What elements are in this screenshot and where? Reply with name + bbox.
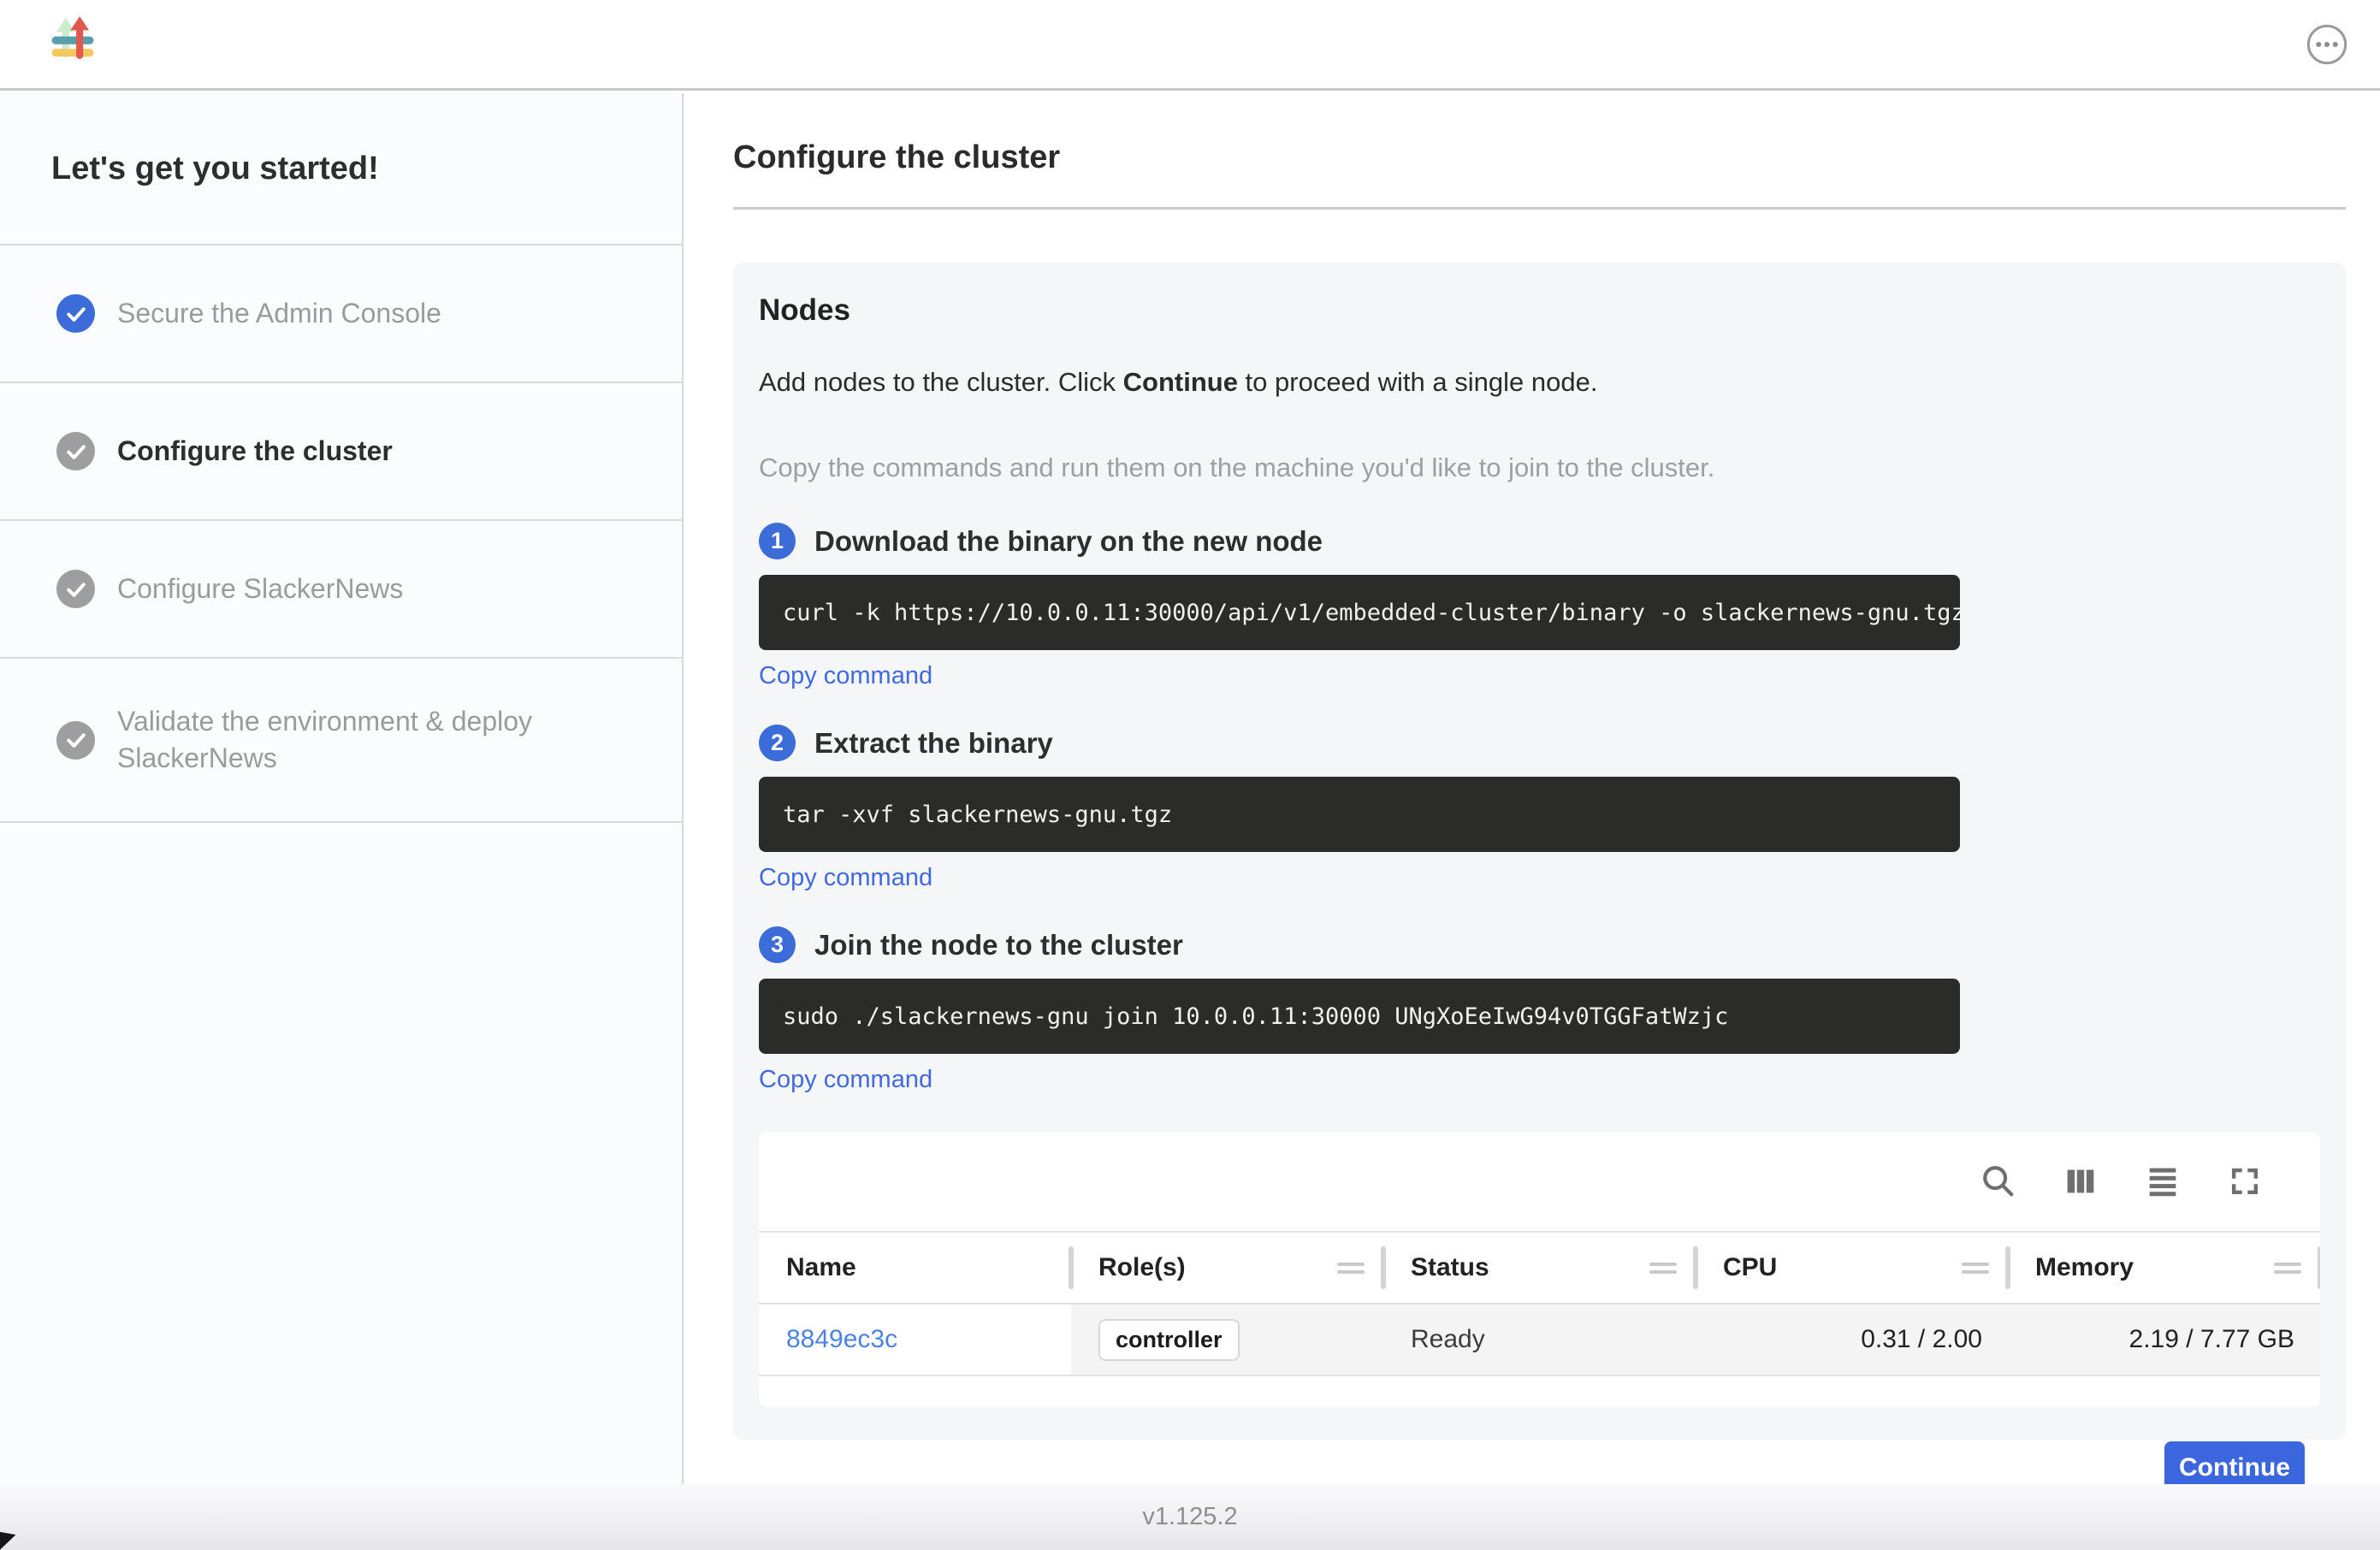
copy-command-link-3[interactable]: Copy command [759, 1066, 932, 1094]
node-memory-cell: 2.19 / 7.77 GB [2008, 1304, 2320, 1375]
sidebar-item-label: Configure SlackerNews [117, 571, 403, 607]
column-header-memory[interactable]: Memory [2008, 1233, 2320, 1303]
column-resize-icon[interactable] [1649, 1258, 1677, 1278]
version-footer: v1.125.2 [0, 1484, 2380, 1550]
search-icon[interactable] [1978, 1161, 2019, 1202]
sidebar-item-configure-slackernews[interactable]: Configure SlackerNews [0, 521, 682, 659]
mouse-cursor [0, 1531, 15, 1550]
copy-command-link-1[interactable]: Copy command [759, 662, 932, 690]
step-3-badge: 3 [759, 926, 796, 963]
node-cpu-cell: 0.31 / 2.00 [1696, 1304, 2008, 1375]
node-name-cell: 8849ec3c [759, 1304, 1071, 1375]
role-chip: controller [1098, 1319, 1240, 1361]
table-row: 8849ec3c controller Ready 0.31 / 2.00 2.… [759, 1304, 2320, 1376]
setup-steps-sidebar: Let's get you started! Secure the Admin … [0, 93, 684, 1484]
step-2-badge: 2 [759, 725, 796, 761]
table-header-row: Name Role(s) Status CPU [759, 1231, 2320, 1304]
check-icon [56, 294, 95, 333]
sidebar-item-label: Validate the environment & deploy Slacke… [117, 703, 596, 777]
join-instructions: Copy the commands and run them on the ma… [759, 453, 2320, 483]
columns-icon[interactable] [2060, 1161, 2101, 1202]
node-roles-cell: controller [1071, 1304, 1383, 1375]
node-status-cell: Ready [1383, 1304, 1696, 1375]
column-header-roles[interactable]: Role(s) [1071, 1233, 1383, 1303]
slackernews-logo [48, 15, 98, 74]
sidebar-item-label: Secure the Admin Console [117, 295, 441, 332]
step-1-command: curl -k https://10.0.0.11:30000/api/v1/e… [759, 575, 1960, 650]
version-label: v1.125.2 [1142, 1503, 1237, 1531]
column-header-cpu[interactable]: CPU [1696, 1233, 2008, 1303]
table-toolbar [759, 1132, 2320, 1231]
nodes-heading: Nodes [759, 293, 2320, 328]
ellipsis-menu-icon[interactable] [2305, 22, 2349, 67]
sidebar-item-label: Configure the cluster [117, 433, 393, 470]
nodes-table: Name Role(s) Status CPU [759, 1132, 2320, 1407]
fullscreen-icon[interactable] [2224, 1161, 2265, 1202]
column-resize-icon[interactable] [1962, 1258, 1989, 1278]
sidebar-item-validate-deploy[interactable]: Validate the environment & deploy Slacke… [0, 659, 682, 823]
step-3-heading: 3 Join the node to the cluster [759, 926, 2320, 963]
check-icon [56, 570, 95, 608]
copy-command-link-2[interactable]: Copy command [759, 864, 932, 892]
step-2-command: tar -xvf slackernews-gnu.tgz [759, 777, 1960, 852]
column-resize-icon[interactable] [1337, 1258, 1365, 1278]
column-header-name[interactable]: Name [759, 1233, 1071, 1303]
check-icon [56, 432, 95, 470]
density-icon[interactable] [2142, 1161, 2183, 1202]
step-1-badge: 1 [759, 523, 796, 559]
title-divider [733, 207, 2346, 210]
top-bar [0, 0, 2380, 91]
nodes-card: Nodes Add nodes to the cluster. Click Co… [733, 263, 2346, 1440]
sidebar-heading: Let's get you started! [0, 93, 682, 246]
sidebar-item-configure-cluster[interactable]: Configure the cluster [0, 383, 682, 521]
page-title: Configure the cluster [733, 139, 2346, 176]
column-resize-icon[interactable] [2274, 1258, 2301, 1278]
nodes-intro: Add nodes to the cluster. Click Continue… [759, 367, 2320, 398]
step-1-heading: 1 Download the binary on the new node [759, 523, 2320, 559]
step-2-heading: 2 Extract the binary [759, 725, 2320, 761]
column-header-status[interactable]: Status [1383, 1233, 1696, 1303]
main-content: Configure the cluster Nodes Add nodes to… [684, 93, 2380, 1484]
node-name-link[interactable]: 8849ec3c [786, 1325, 897, 1354]
check-icon [56, 721, 95, 760]
admin-console-page: Let's get you started! Secure the Admin … [0, 0, 2380, 1550]
sidebar-item-secure-admin-console[interactable]: Secure the Admin Console [0, 246, 682, 383]
step-3-command: sudo ./slackernews-gnu join 10.0.0.11:30… [759, 979, 1960, 1054]
